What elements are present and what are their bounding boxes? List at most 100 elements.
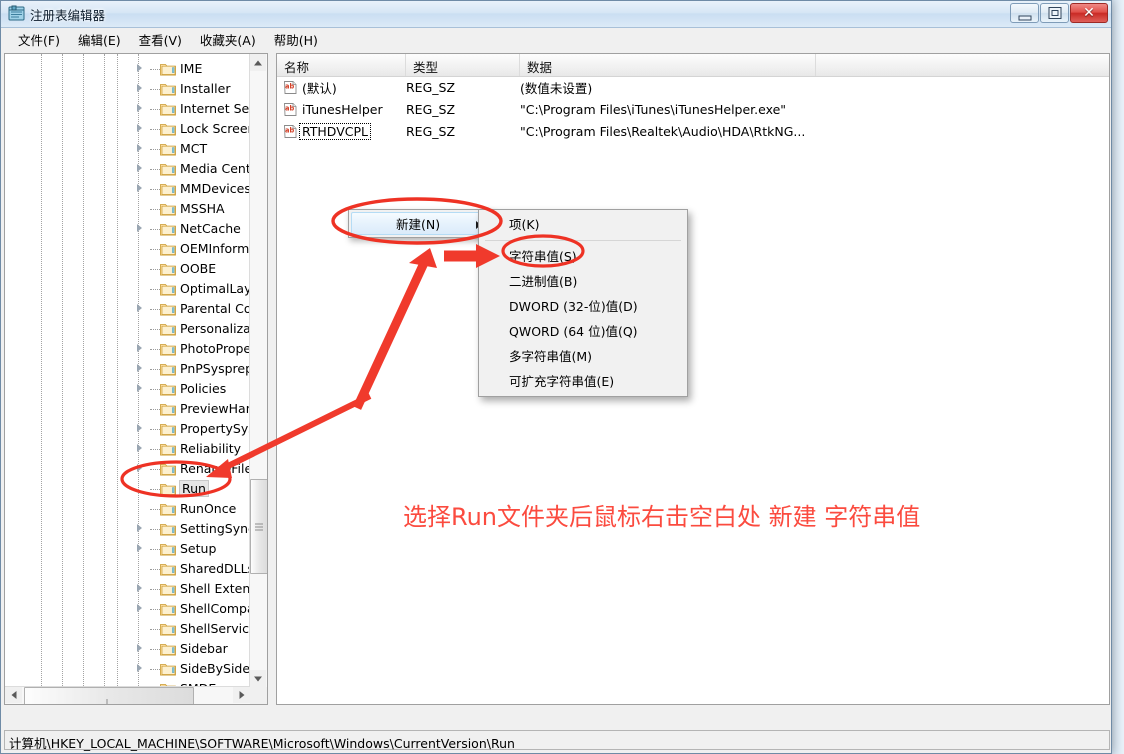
expand-arrow-icon[interactable]: [133, 361, 149, 377]
tree-item-mct[interactable]: MCT: [5, 139, 251, 159]
tree-item-sidebar[interactable]: Sidebar: [5, 639, 251, 659]
expand-arrow-icon[interactable]: [133, 121, 149, 137]
registry-value-row[interactable]: ab RTHDVCPL REG_SZ "C:\Program Files\Realte…: [277, 120, 1109, 142]
expand-arrow-icon[interactable]: [133, 101, 149, 117]
tree-item-shellserviceobjectdelayload[interactable]: ShellServiceObjectDelayLoad: [5, 619, 251, 639]
tree-item-mssha[interactable]: MSSHA: [5, 199, 251, 219]
scrollbar-thumb[interactable]: [250, 479, 267, 574]
tree-item-internet-settings[interactable]: Internet Settings: [5, 99, 251, 119]
expand-arrow-icon[interactable]: [133, 181, 149, 197]
tree-connector: [150, 509, 160, 510]
submenu-item-二进制值b[interactable]: 二进制值(B): [479, 269, 687, 294]
expand-arrow-icon[interactable]: [133, 521, 149, 537]
scrollbar-thumb[interactable]: [24, 687, 194, 704]
scroll-right-button[interactable]: [233, 687, 250, 703]
close-button[interactable]: ✕: [1070, 3, 1108, 23]
tree-item-renamefiles[interactable]: RenameFiles: [5, 459, 251, 479]
tree-item-propertysystem[interactable]: PropertySystem: [5, 419, 251, 439]
tree-item-label: SharedDLLs: [180, 561, 251, 576]
tree-item-oeminformation[interactable]: OEMInformation: [5, 239, 251, 259]
registry-editor-icon: [8, 5, 25, 21]
expand-arrow-icon[interactable]: [133, 461, 149, 477]
tree-item-label: Run: [179, 480, 209, 497]
expand-arrow-icon[interactable]: [133, 421, 149, 437]
column-header-data[interactable]: 数据: [520, 54, 816, 76]
submenu-item-字符串值s[interactable]: 字符串值(S): [479, 244, 687, 269]
expand-arrow-icon[interactable]: [133, 161, 149, 177]
tree-item-policies[interactable]: Policies: [5, 379, 251, 399]
registry-value-row[interactable]: ab (默认) REG_SZ (数值未设置): [277, 76, 1109, 98]
submenu-item-可扩充字符串值e[interactable]: 可扩充字符串值(E): [479, 369, 687, 394]
scroll-up-button[interactable]: [250, 54, 266, 71]
expand-arrow-icon[interactable]: [133, 81, 149, 97]
new-submenu: 项(K) 字符串值(S) 二进制值(B) DWORD (32-位)值(D) QWORD …: [478, 209, 688, 397]
registry-tree[interactable]: IME Installer Internet Settings Lock Screen…: [5, 54, 251, 704]
tree-item-parental-controls[interactable]: Parental Controls: [5, 299, 251, 319]
expand-arrow-icon[interactable]: [133, 61, 149, 77]
value-name: (默认): [302, 80, 337, 96]
tree-item-pnpsysprep[interactable]: PnPSysprep: [5, 359, 251, 379]
tree-connector: [150, 309, 160, 310]
tree-connector: [150, 89, 160, 90]
submenu-item-项k[interactable]: 项(K): [479, 212, 687, 237]
tree-connector: [150, 289, 160, 290]
context-menu-item-new[interactable]: 新建(N): [351, 212, 490, 235]
tree-item-setup[interactable]: Setup: [5, 539, 251, 559]
expand-arrow-icon[interactable]: [133, 221, 149, 237]
tree-item-lock-screen[interactable]: Lock Screen: [5, 119, 251, 139]
submenu-item-多字符串值m[interactable]: 多字符串值(M): [479, 344, 687, 369]
maximize-button[interactable]: [1040, 3, 1069, 23]
expand-arrow-icon[interactable]: [133, 441, 149, 457]
tree-item-ime[interactable]: IME: [5, 59, 251, 79]
expand-arrow-icon[interactable]: [133, 581, 149, 597]
tree-item-oobe[interactable]: OOBE: [5, 259, 251, 279]
expand-arrow-icon[interactable]: [133, 141, 149, 157]
folder-icon: [160, 424, 176, 436]
tree-item-personalization[interactable]: Personalization: [5, 319, 251, 339]
tree-item-shellcompatibility[interactable]: ShellCompatibility: [5, 599, 251, 619]
tree-item-netcache[interactable]: NetCache: [5, 219, 251, 239]
expand-arrow-icon[interactable]: [133, 301, 149, 317]
tree-vertical-scrollbar[interactable]: [249, 54, 267, 687]
expand-arrow-icon[interactable]: [133, 641, 149, 657]
column-header-type[interactable]: 类型: [406, 54, 520, 76]
tree-item-sidebyside[interactable]: SideBySide: [5, 659, 251, 679]
menu-help[interactable]: 帮助(H): [265, 28, 327, 51]
tree-item-shell-extensions[interactable]: Shell Extensions: [5, 579, 251, 599]
menu-favorites[interactable]: 收藏夹(A): [191, 28, 265, 51]
tree-item-settingsync[interactable]: SettingSync: [5, 519, 251, 539]
expand-arrow-icon[interactable]: [133, 381, 149, 397]
submenu-item-dword32-位值d[interactable]: DWORD (32-位)值(D): [479, 294, 687, 319]
tree-item-mmdevices[interactable]: MMDevices: [5, 179, 251, 199]
tree-item-media-center[interactable]: Media Center: [5, 159, 251, 179]
tree-item-photopropertyhandler[interactable]: PhotoPropertyHandler: [5, 339, 251, 359]
tree-item-previewhandlers[interactable]: PreviewHandlers: [5, 399, 251, 419]
expand-arrow-icon[interactable]: [133, 541, 149, 557]
registry-value-row[interactable]: ab iTunesHelper REG_SZ "C:\Program Files\iT…: [277, 98, 1109, 120]
menu-view[interactable]: 查看(V): [130, 28, 191, 51]
scrollbar-corner: [250, 687, 267, 704]
tree-horizontal-scrollbar[interactable]: [5, 686, 250, 704]
tree-connector: [150, 389, 160, 390]
scroll-left-button[interactable]: [5, 687, 22, 703]
tree-item-optimallayout[interactable]: OptimalLayout: [5, 279, 251, 299]
tree-item-run[interactable]: Run: [5, 479, 251, 499]
tree-item-runonce[interactable]: RunOnce: [5, 499, 251, 519]
folder-icon: [160, 464, 176, 476]
submenu-item-qword64位值q[interactable]: QWORD (64 位)值(Q): [479, 319, 687, 344]
expand-arrow-icon[interactable]: [133, 661, 149, 677]
column-header-name[interactable]: 名称: [277, 54, 406, 76]
minimize-button[interactable]: [1010, 3, 1039, 23]
expand-arrow-icon[interactable]: [133, 341, 149, 357]
tree-item-label: MCT: [180, 141, 208, 156]
tree-item-reliability[interactable]: Reliability: [5, 439, 251, 459]
menu-edit[interactable]: 编辑(E): [69, 28, 130, 51]
folder-icon: [160, 344, 176, 356]
tree-item-label: SideBySide: [180, 661, 251, 676]
tree-item-shareddlls[interactable]: SharedDLLs: [5, 559, 251, 579]
menu-file[interactable]: 文件(F): [9, 28, 69, 51]
tree-item-installer[interactable]: Installer: [5, 79, 251, 99]
tree-item-label: Reliability: [180, 441, 242, 456]
expand-arrow-icon[interactable]: [133, 601, 149, 617]
scroll-down-button[interactable]: [250, 670, 266, 687]
